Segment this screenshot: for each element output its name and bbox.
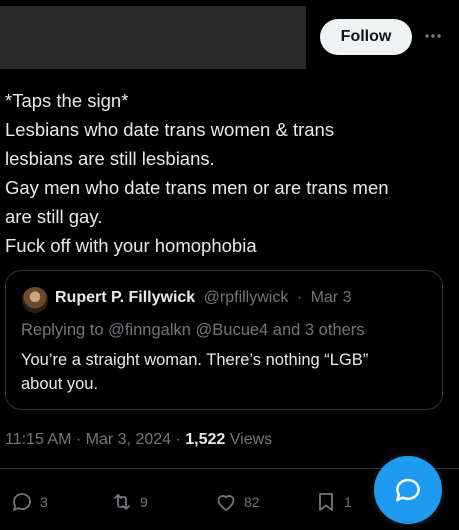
bookmark-icon xyxy=(319,493,333,511)
tweet-date[interactable]: Mar 3, 2024 xyxy=(86,431,171,448)
separator-dot: · xyxy=(75,431,86,448)
follow-button[interactable]: Follow xyxy=(320,19,412,55)
replying-to-text: Replying to @finngalkn @Bucue4 and 3 oth… xyxy=(21,321,365,339)
quoted-tweet-line: about you. xyxy=(21,375,99,393)
quoted-tweet-card[interactable]: Rupert P. Fillywick @rpfillywick · Mar 3… xyxy=(5,270,443,410)
new-post-fab[interactable] xyxy=(374,456,442,524)
tweet-line: Lesbians who date trans women & trans xyxy=(5,119,335,140)
quoted-author-name[interactable]: Rupert P. Fillywick xyxy=(55,289,195,306)
bookmark-button[interactable]: 1 xyxy=(314,488,352,516)
reply-button[interactable]: 3 xyxy=(10,488,48,516)
reply-icon xyxy=(13,493,31,511)
tweet-text: *Taps the sign* Lesbians who date trans … xyxy=(5,86,445,260)
heart-icon xyxy=(217,495,235,511)
tweet-time[interactable]: 11:15 AM xyxy=(5,431,71,448)
quoted-author-handle[interactable]: @rpfillywick xyxy=(204,289,289,306)
tweet-line: lesbians are still lesbians. xyxy=(5,148,215,169)
tweet-line: *Taps the sign* xyxy=(5,90,129,111)
repost-count: 9 xyxy=(140,494,148,510)
blurred-author-header xyxy=(0,6,306,69)
repost-icon xyxy=(114,494,130,510)
reply-count: 3 xyxy=(40,494,48,510)
tweet-line: Gay men who date trans men or are trans … xyxy=(5,177,389,198)
views-count: 1,522 xyxy=(185,431,226,448)
more-options-icon[interactable] xyxy=(422,26,444,46)
quoted-tweet-header: Rupert P. Fillywick @rpfillywick · Mar 3 xyxy=(55,289,351,307)
tweet-line: Fuck off with your homophobia xyxy=(5,235,257,256)
quoted-tweet-text: You’re a straight woman. There’s nothing… xyxy=(21,348,431,396)
bookmark-count: 1 xyxy=(344,494,352,510)
quoted-tweet-line: You’re a straight woman. There’s nothing… xyxy=(21,351,369,369)
separator-dot: · xyxy=(296,289,303,306)
separator-dot: · xyxy=(175,431,186,448)
chat-bubble-icon xyxy=(396,478,420,502)
quoted-tweet-date[interactable]: Mar 3 xyxy=(311,289,352,306)
repost-button[interactable]: 9 xyxy=(110,488,148,516)
tweet-meta: 11:15 AM · Mar 3, 2024 · 1,522 Views xyxy=(5,431,272,449)
avatar[interactable] xyxy=(22,287,48,313)
views-label: Views xyxy=(229,431,273,448)
like-count: 82 xyxy=(244,494,260,510)
tweet-line: are still gay. xyxy=(5,206,103,227)
like-button[interactable]: 82 xyxy=(214,488,260,516)
